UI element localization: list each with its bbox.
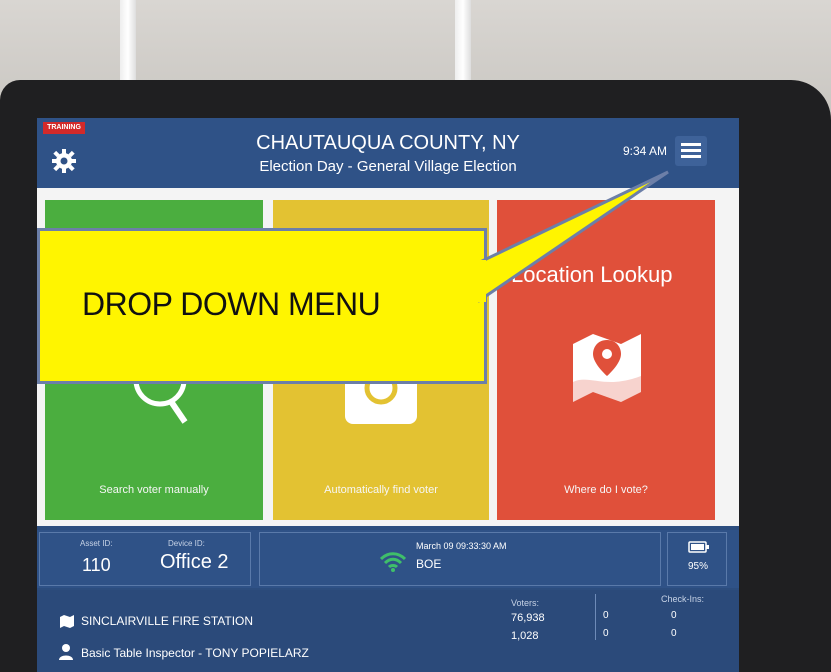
voters-total: 76,938 bbox=[511, 612, 545, 624]
map-pin-icon bbox=[573, 334, 641, 402]
checkin-count-d: 0 bbox=[671, 628, 677, 639]
search-voter-caption: Search voter manually bbox=[99, 484, 209, 496]
voters-label: Voters: bbox=[511, 598, 540, 608]
app-screen: TRAINING CHAUTAUQUA COUNTY, NY Election … bbox=[37, 118, 739, 672]
asset-id-value: 110 bbox=[82, 555, 111, 575]
device-id-value: Office 2 bbox=[160, 551, 229, 573]
checkin-count-a: 0 bbox=[603, 610, 609, 621]
divider bbox=[595, 594, 596, 640]
scan-voter-caption: Automatically find voter bbox=[324, 484, 438, 496]
drop-down-menu-callout: DROP DOWN MENU bbox=[37, 228, 487, 384]
battery-percent: 95% bbox=[688, 561, 709, 572]
election-subtitle: Election Day - General Village Election bbox=[259, 158, 517, 175]
app-header: TRAINING CHAUTAUQUA COUNTY, NY Election … bbox=[37, 118, 739, 188]
asset-id-label: Asset ID: bbox=[80, 539, 113, 548]
location-lookup-title: Location Lookup bbox=[511, 262, 673, 287]
status-datetime: March 09 09:33:30 AM bbox=[416, 541, 507, 551]
hamburger-menu-icon[interactable] bbox=[675, 136, 707, 166]
battery-box: 95% bbox=[667, 532, 727, 586]
device-info-box: Asset ID: 110 Device ID: Office 2 bbox=[39, 532, 251, 586]
connection-box: March 09 09:33:30 AM BOE bbox=[259, 532, 661, 586]
clock-time: 9:34 AM bbox=[622, 144, 667, 158]
voters-local: 1,028 bbox=[511, 630, 539, 642]
polling-location: SINCLAIRVILLE FIRE STATION bbox=[81, 614, 254, 628]
connection-name: BOE bbox=[416, 557, 442, 571]
checkins-label: Check-Ins: bbox=[661, 594, 705, 604]
checkin-count-b: 0 bbox=[671, 610, 677, 621]
device-status-bar: Asset ID: 110 Device ID: Office 2 March … bbox=[37, 530, 739, 588]
device-id-label: Device ID: bbox=[168, 539, 205, 548]
person-icon bbox=[59, 644, 73, 660]
inspector-name: Basic Table Inspector - TONY POPIELARZ bbox=[81, 646, 309, 660]
location-lookup-tile[interactable]: Location Lookup Where do I vote? bbox=[497, 200, 715, 520]
location-lookup-caption: Where do I vote? bbox=[564, 484, 648, 496]
battery-icon bbox=[688, 541, 709, 553]
polling-info-bar: SINCLAIRVILLE FIRE STATION Basic Table I… bbox=[37, 590, 739, 672]
location-icon bbox=[60, 615, 74, 628]
wifi-icon bbox=[380, 552, 406, 572]
checkin-count-c: 0 bbox=[603, 628, 609, 639]
callout-text: DROP DOWN MENU bbox=[82, 286, 381, 322]
